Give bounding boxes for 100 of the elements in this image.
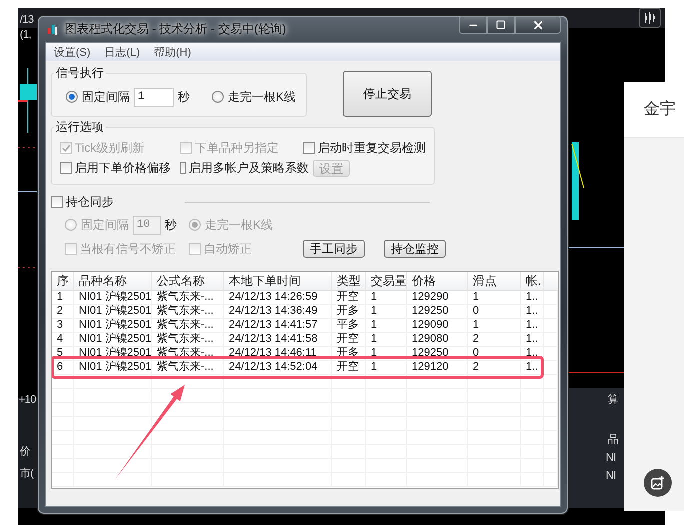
- table-cell: NI01 沪镍2501: [74, 305, 152, 318]
- column-header[interactable]: 价格: [407, 272, 468, 291]
- price-line: [568, 372, 624, 374]
- table-cell: 1: [468, 319, 521, 332]
- table-cell: NI01 沪镍2501: [74, 333, 152, 346]
- panel-title: 金宇: [644, 100, 676, 120]
- radio-button[interactable]: [66, 91, 78, 103]
- close-icon: [532, 18, 544, 32]
- add-image-button[interactable]: [644, 469, 672, 497]
- table-cell: 1: [468, 291, 521, 304]
- table-cell: 开空: [332, 361, 366, 374]
- column-header[interactable]: 序: [52, 272, 74, 291]
- table-cell: 1..: [521, 347, 544, 360]
- table-cell: 24/12/13 14:46:11: [224, 347, 332, 360]
- table-cell: 开空: [332, 333, 366, 346]
- table-cell: 0: [468, 305, 521, 318]
- table-cell: 2: [468, 361, 521, 374]
- table-cell: 开多: [332, 305, 366, 318]
- chart-label: /13: [20, 14, 34, 26]
- candlestick-icon[interactable]: [639, 8, 661, 28]
- table-cell: NI01 沪镍2501: [74, 319, 152, 332]
- table-cell: 紫气东来-...: [152, 361, 224, 374]
- maximize-button[interactable]: [487, 16, 515, 34]
- price-line: [18, 100, 28, 102]
- column-header[interactable]: 本地下单时间: [224, 272, 332, 291]
- unit-label: 秒: [178, 88, 190, 106]
- stop-trading-button[interactable]: 停止交易: [343, 71, 432, 117]
- table-cell: 1: [366, 361, 407, 374]
- radio-button[interactable]: [212, 91, 224, 103]
- chart-label: NI: [606, 452, 616, 464]
- radio-label[interactable]: 固定间隔: [82, 88, 130, 106]
- column-header[interactable]: 公式名称: [152, 272, 224, 291]
- table-cell: 开空: [332, 291, 366, 304]
- table-cell: 1: [52, 291, 74, 304]
- table-cell: 1..: [521, 333, 544, 346]
- table-cell: NI01 沪镍2501: [74, 361, 152, 374]
- table-cell: 4: [52, 333, 74, 346]
- table-cell: 129250: [407, 347, 468, 360]
- column-header[interactable]: 品种名称: [74, 272, 152, 291]
- table-cell: 2: [468, 333, 521, 346]
- table-cell: 1..: [521, 319, 544, 332]
- table-cell: 129290: [407, 291, 468, 304]
- chart-label: 品: [608, 433, 618, 447]
- indicator-line: [572, 144, 584, 188]
- checkbox[interactable]: [180, 162, 186, 174]
- checkbox-label[interactable]: 启动时重复交易检测: [318, 140, 426, 156]
- column-header[interactable]: 滑点: [468, 272, 521, 291]
- table-cell: 129080: [407, 333, 468, 346]
- table-cell: 1: [366, 347, 407, 360]
- table-cell: 24/12/13 14:36:49: [224, 305, 332, 318]
- group-title: 运行选项: [55, 119, 105, 136]
- unit-label: 秒: [165, 216, 177, 234]
- table-cell: 紫气东来-...: [152, 291, 224, 304]
- chart-label: 价: [20, 445, 30, 459]
- table-cell: 5: [52, 347, 74, 360]
- minimize-button[interactable]: [459, 16, 487, 34]
- table-cell: 紫气东来-...: [152, 305, 224, 318]
- table-cell: 紫气东来-...: [152, 319, 224, 332]
- checkbox[interactable]: [303, 142, 315, 154]
- table-cell: 1..: [521, 361, 544, 374]
- chart-label: +10: [19, 394, 36, 406]
- table-cell: 6: [52, 361, 74, 374]
- menu-item[interactable]: 设置(S): [54, 44, 91, 60]
- table-cell: 平多: [332, 319, 366, 332]
- table-cell: 3: [52, 319, 74, 332]
- chart-label: 算: [608, 393, 618, 407]
- table-cell: 1: [366, 291, 407, 304]
- group-title: 信号执行: [55, 65, 105, 82]
- column-header[interactable]: 交易量: [366, 272, 407, 291]
- radio-label[interactable]: 走完一根K线: [228, 88, 296, 106]
- checkbox-label[interactable]: 启用下单价格偏移: [75, 160, 171, 176]
- chart-label: NI: [606, 470, 616, 482]
- table-cell: 24/12/13 14:41:57: [224, 319, 332, 332]
- table-cell: 129250: [407, 305, 468, 318]
- table-cell: 1..: [521, 291, 544, 304]
- table-cell: 24/12/13 14:52:04: [224, 361, 332, 374]
- column-header[interactable]: 帐.: [521, 272, 544, 291]
- close-button[interactable]: [515, 16, 561, 34]
- chart-label: (1,: [20, 29, 32, 41]
- maximize-icon: [496, 20, 506, 30]
- menu-item[interactable]: 帮助(H): [154, 44, 192, 60]
- table-cell: 24/12/13 14:26:59: [224, 291, 332, 304]
- checkbox-label[interactable]: 启用多帐户及策略系数: [189, 160, 309, 176]
- column-header[interactable]: 类型: [332, 272, 366, 291]
- table-cell: 1: [366, 319, 407, 332]
- interval-field[interactable]: 1: [134, 88, 174, 106]
- candlestick: [20, 68, 37, 134]
- table-cell: 1: [366, 333, 407, 346]
- chart-app-icon: [47, 24, 59, 36]
- table-cell: 1: [366, 305, 407, 318]
- menu-item[interactable]: 日志(L): [104, 44, 140, 60]
- table-cell: 紫气东来-...: [152, 333, 224, 346]
- table-cell: 2: [52, 305, 74, 318]
- window-title: 图表程式化交易 - 技术分析 - 交易中(轮询): [65, 21, 286, 38]
- table-cell: 0: [468, 347, 521, 360]
- chart-label: 市(: [20, 466, 34, 481]
- checkbox[interactable]: [60, 162, 72, 174]
- table-cell: NI01 沪镍2501: [74, 291, 152, 304]
- image-add-icon: [651, 476, 665, 490]
- table-cell: 24/12/13 14:41:58: [224, 333, 332, 346]
